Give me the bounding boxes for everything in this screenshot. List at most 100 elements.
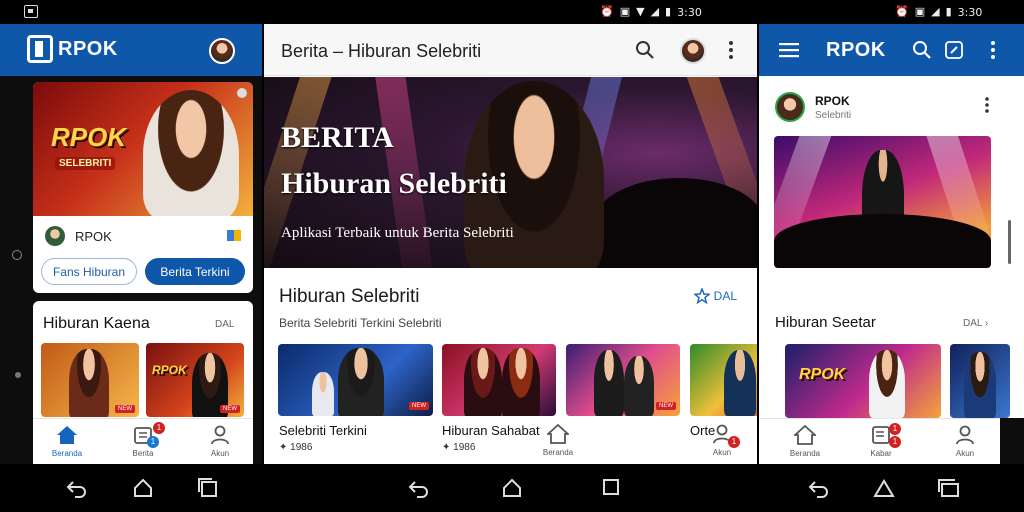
nav-label: Akun [210, 449, 230, 458]
thumbnail[interactable]: RPOK NEW [146, 343, 244, 417]
count-badge: 1 [728, 436, 740, 448]
nav-label: Beranda [789, 449, 821, 458]
poster-logo: RPOK [799, 366, 846, 383]
count-badge: 1 [889, 436, 901, 448]
nav-label: Akun [955, 449, 975, 458]
card-meta-value: 1986 [290, 442, 313, 453]
battery-icon: ▮ [665, 5, 672, 18]
news-card-image[interactable] [690, 344, 757, 416]
celebrity-photo [143, 90, 239, 216]
vibrate-icon: ▣ [619, 5, 631, 18]
thumbnail[interactable]: NEW [41, 343, 139, 417]
home-icon [57, 426, 77, 444]
see-all-label: DAL [963, 318, 983, 329]
back-icon[interactable] [408, 478, 430, 498]
nav-home[interactable]: Beranda [528, 418, 588, 464]
scrollbar[interactable] [1008, 220, 1011, 264]
nav-feed[interactable]: 1 1 Kabar [851, 419, 911, 464]
alarm-icon: ⏰ [895, 5, 909, 18]
back-icon[interactable] [808, 478, 830, 498]
nav-label: Beranda [542, 448, 574, 457]
thumbnail-person [964, 352, 996, 418]
nav-account[interactable]: Akun [935, 419, 995, 464]
section-title: Hiburan Selebriti [279, 286, 420, 307]
crowd-silhouette [774, 214, 991, 268]
poster-logo: RPOK [152, 363, 187, 377]
section-action: DAL [713, 289, 737, 303]
search-icon[interactable] [912, 40, 932, 60]
recents-icon[interactable] [938, 478, 960, 498]
more-vert-icon[interactable] [728, 40, 734, 60]
search-icon[interactable] [635, 40, 655, 60]
card-caption: Hiburan Sahabat [442, 423, 540, 438]
count-badge: 1 [889, 423, 901, 435]
avatar [45, 226, 65, 246]
list-icon [872, 426, 890, 444]
nav-account[interactable]: 1 Akun [692, 418, 752, 464]
side-dot [12, 250, 22, 260]
nav-label: Akun [712, 448, 732, 457]
app-bar: RPOK [0, 24, 262, 76]
nav-home[interactable]: Beranda [37, 419, 97, 464]
vibrate-icon: ▣ [914, 5, 926, 18]
back-icon[interactable] [66, 478, 88, 498]
fans-button[interactable]: Fans Hiburan [41, 258, 137, 285]
news-button[interactable]: Berita Terkini [145, 258, 245, 285]
bottom-nav: Beranda 1 1 Kabar Akun [759, 418, 1000, 464]
news-card-image[interactable] [442, 344, 556, 416]
card-meta: ✦ 1986 [442, 442, 476, 453]
section-subtitle: Berita Selebriti Terkini Selebriti [279, 316, 442, 330]
news-card-image[interactable]: NEW [566, 344, 680, 416]
home-icon[interactable] [873, 478, 895, 498]
edit-icon[interactable] [945, 40, 963, 60]
favorite-button[interactable]: DAL [693, 288, 737, 304]
hero-heading-2: Hiburan Selebriti [281, 167, 507, 200]
rpok-logo-icon [27, 35, 53, 63]
more-vert-icon[interactable] [990, 40, 996, 60]
person-icon [956, 425, 974, 445]
new-badge: NEW [409, 402, 429, 410]
section-title: Hiburan Seetar [775, 314, 876, 331]
section-title: Hiburan Kaena [43, 315, 150, 332]
app-bar: RPOK [759, 24, 1024, 76]
avatar[interactable] [209, 38, 235, 64]
see-all-link[interactable]: DAL [215, 319, 234, 330]
news-card-image[interactable]: NEW [278, 344, 433, 416]
flag-icon [227, 230, 241, 241]
dot-indicator [237, 88, 247, 98]
recents-icon[interactable] [198, 478, 218, 498]
post-image[interactable] [774, 136, 991, 268]
thumbnail[interactable] [950, 344, 1010, 418]
person-icon [211, 425, 229, 445]
menu-icon[interactable] [779, 42, 799, 58]
status-time: 3:30 [957, 5, 983, 19]
home-icon[interactable] [502, 478, 522, 498]
screenshot-icon [24, 5, 38, 18]
see-all-link[interactable]: DAL › [963, 318, 988, 329]
signal-icon: ◢ [650, 5, 660, 18]
status-time: 3:30 [677, 5, 702, 19]
status-icons-center: ⏰ ▣ ▼ ◢ ▮ 3:30 [600, 5, 702, 19]
nav-label: Berita [132, 449, 154, 458]
nav-account[interactable]: Akun [190, 419, 250, 464]
recents-icon[interactable] [602, 478, 620, 496]
status-icons-right: ⏰ ▣ ◢ ▮ 3:30 [895, 5, 982, 19]
hero-banner[interactable]: BERITA Hiburan Selebriti Aplikasi Terbai… [264, 77, 757, 268]
card-person [624, 356, 654, 416]
app-bar: Berita – Hiburan Selebriti [264, 24, 757, 76]
middle-screen: Berita – Hiburan Selebriti BERITA Hibura… [264, 24, 757, 464]
thumbnail[interactable]: RPOK [785, 344, 941, 418]
nav-news[interactable]: 1 1 Berita [113, 419, 173, 464]
avatar[interactable] [775, 92, 805, 122]
more-vert-icon[interactable] [984, 96, 990, 114]
home-icon [547, 424, 569, 444]
app-brand: RPOK [826, 39, 886, 61]
nav-label: Kabar [870, 449, 892, 458]
avatar[interactable] [680, 38, 706, 64]
home-icon[interactable] [133, 478, 153, 498]
system-nav-bar [0, 464, 1024, 512]
nav-home[interactable]: Beranda [775, 419, 835, 464]
app-brand: RPOK [58, 38, 118, 60]
featured-card[interactable]: RPOK SELEBRITI RPOK Fans Hiburan Berita … [33, 82, 253, 293]
page-title: Berita – Hiburan Selebriti [281, 41, 482, 61]
